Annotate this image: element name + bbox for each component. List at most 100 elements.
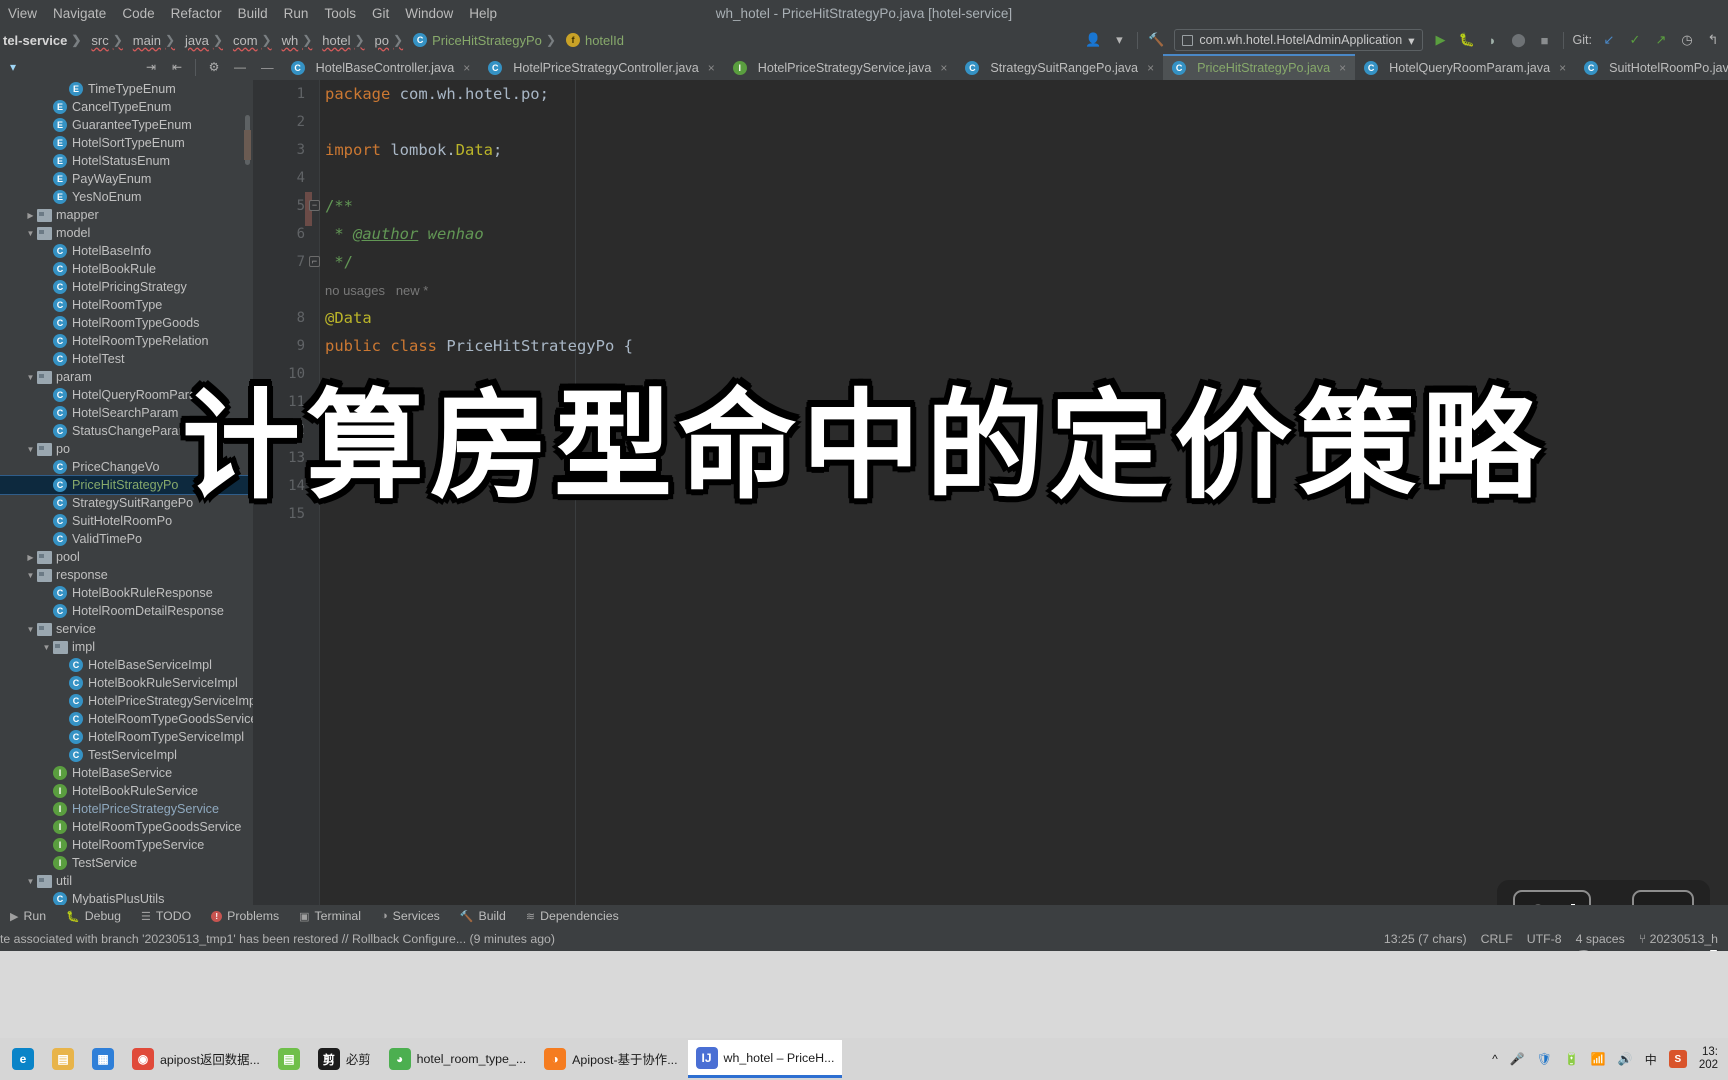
chevron-down-icon[interactable]: ▼ [24, 571, 37, 580]
breadcrumb-item-module[interactable]: tel-service ❯ [0, 33, 88, 48]
taskbar-items[interactable]: e ▤ ▦ ◉ apipost返回数据... ▤ 剪必剪 ◕ hotel_room_type_.… [0, 1038, 1728, 1080]
breadcrumb-item-wh[interactable]: wh ❯ [279, 33, 320, 48]
git-branch[interactable]: ⑂ 20230513_h [1639, 932, 1718, 946]
tree-item-model[interactable]: ▼ model [0, 224, 253, 242]
chevron-down-icon[interactable]: ▾ [1408, 33, 1414, 48]
tool-window-bar[interactable]: ▶ Run 🐛 Debug ☰ TODO ! Problems ▣ Terminal ◑ S… [0, 905, 1728, 927]
settings-gear-icon[interactable]: ⚙ [201, 56, 227, 78]
editor-tab-pricehitstrategypo[interactable]: C PriceHitStrategyPo.java × [1163, 54, 1356, 80]
chevron-down-icon[interactable]: ▾ [1106, 28, 1132, 52]
tree-item-pricechangevo[interactable]: C PriceChangeVo [0, 458, 253, 476]
battery-icon[interactable]: 🔋 [1564, 1052, 1579, 1066]
git-commit-icon[interactable]: ✓ [1622, 28, 1648, 52]
run-with-coverage-icon[interactable]: ◗ [1480, 28, 1506, 52]
breadcrumb-item-com[interactable]: com ❯ [230, 33, 279, 48]
caret-position[interactable]: 13:25 (7 chars) [1384, 932, 1467, 946]
tool-window-terminal[interactable]: ▣ Terminal [289, 909, 371, 923]
collapse-all-icon[interactable]: ⇤ [164, 56, 190, 78]
editor-tab-strategysuitrangepo[interactable]: C StrategySuitRangePo.java × [956, 54, 1163, 80]
tree-item-hotelroomtypeserviceimpl[interactable]: C HotelRoomTypeServiceImpl [0, 728, 253, 746]
taskbar-item-intellij[interactable]: IJ wh_hotel – PriceH... [687, 1040, 843, 1078]
run-icon[interactable]: ▶ [1428, 28, 1454, 52]
tree-item-hotelbookruleservice[interactable]: I HotelBookRuleService [0, 782, 253, 800]
tool-window-run[interactable]: ▶ Run [0, 909, 56, 923]
menu-bar[interactable]: View Navigate Code Refactor Build Run To… [0, 0, 1728, 26]
tree-item-validtimepo[interactable]: C ValidTimePo [0, 530, 253, 548]
code-line[interactable]: @Data [325, 304, 372, 332]
menu-item-window[interactable]: Window [397, 6, 461, 21]
code-line[interactable]: */ [325, 248, 353, 276]
tree-item-mybatisplusutils[interactable]: C MybatisPlusUtils [0, 890, 253, 905]
security-icon[interactable]: 🛡 [1537, 1052, 1552, 1066]
tool-window-debug[interactable]: 🐛 Debug [56, 909, 131, 923]
breadcrumb-item-hotel[interactable]: hotel ❯ [319, 33, 371, 48]
close-icon[interactable]: × [708, 61, 715, 75]
editor-tab-hotelqueryroomparam[interactable]: C HotelQueryRoomParam.java × [1355, 54, 1575, 80]
chevron-down-icon[interactable]: ▼ [24, 625, 37, 634]
menu-item-tools[interactable]: Tools [316, 6, 364, 21]
tree-item-pool[interactable]: ▶ pool [0, 548, 253, 566]
ime-icon[interactable]: 中 [1645, 1051, 1657, 1068]
menu-item-view[interactable]: View [0, 6, 45, 21]
git-update-icon[interactable]: ↙ [1596, 28, 1622, 52]
tree-item-hotelpricestrategyservice[interactable]: I HotelPriceStrategyService [0, 800, 253, 818]
tree-item-pricehitstrategypo[interactable]: C PriceHitStrategyPo [0, 475, 253, 495]
chevron-down-icon[interactable]: ▼ [24, 229, 37, 238]
tree-item-guaranteetypeenum[interactable]: E GuaranteeTypeEnum [0, 116, 253, 134]
status-right-cluster[interactable]: 13:25 (7 chars) CRLF UTF-8 4 spaces ⑂ 20… [1384, 927, 1728, 951]
tree-item-hotelbookruleresponse[interactable]: C HotelBookRuleResponse [0, 584, 253, 602]
tree-item-hotelbookrule[interactable]: C HotelBookRule [0, 260, 253, 278]
code-line[interactable]: * @author wenhao [325, 220, 483, 248]
menu-item-git[interactable]: Git [364, 6, 397, 21]
menu-item-run[interactable]: Run [276, 6, 317, 21]
tree-item-hotelroomtypegoods[interactable]: C HotelRoomTypeGoods [0, 314, 253, 332]
system-tray[interactable]: ^ 🎤 🛡 🔋 📶 🔊 中 S 13: 202 [1492, 1038, 1728, 1080]
volume-icon[interactable]: 🔊 [1618, 1052, 1633, 1066]
windows-taskbar[interactable]: e ▤ ▦ ◉ apipost返回数据... ▤ 剪必剪 ◕ hotel_room_type_.… [0, 951, 1728, 1080]
show-hidden-icon[interactable]: ^ [1492, 1052, 1498, 1066]
breadcrumb[interactable]: tel-service ❯ src ❯ main ❯ java ❯ com ❯ wh ❯ h… [0, 33, 627, 48]
breadcrumb-item-class[interactable]: C PriceHitStrategyPo ❯ [410, 33, 563, 48]
tree-item-hotelpricingstrategy[interactable]: C HotelPricingStrategy [0, 278, 253, 296]
tree-item-hotelsorttypeenum[interactable]: E HotelSortTypeEnum [0, 134, 253, 152]
tree-item-hotelbookruleserviceimpl[interactable]: C HotelBookRuleServiceImpl [0, 674, 253, 692]
tool-window-problems[interactable]: ! Problems [201, 909, 289, 923]
wifi-icon[interactable]: 📶 [1591, 1052, 1606, 1066]
tool-window-build[interactable]: 🔨 Build [450, 909, 516, 923]
editor-tab-hotelbasecontroller[interactable]: C HotelBaseController.java × [282, 54, 480, 80]
code-line[interactable]: /** [325, 192, 353, 220]
tree-item-hoteltest[interactable]: C HotelTest [0, 350, 253, 368]
close-icon[interactable]: × [1339, 61, 1346, 75]
chevron-down-icon[interactable]: ▼ [24, 445, 37, 454]
breadcrumb-item-field[interactable]: f hotelId [563, 33, 627, 48]
tree-item-mapper[interactable]: ▶ mapper [0, 206, 253, 224]
tree-item-strategysuitrangepo[interactable]: C StrategySuitRangePo [0, 494, 253, 512]
breadcrumb-item-main[interactable]: main ❯ [130, 33, 182, 48]
tree-item-hotelpricestrategyserviceimpl[interactable]: C HotelPriceStrategyServiceImpl [0, 692, 253, 710]
tree-item-hotelroomdetailresponse[interactable]: C HotelRoomDetailResponse [0, 602, 253, 620]
tree-item-yesnoenum[interactable]: E YesNoEnum [0, 188, 253, 206]
tree-item-paywayenum[interactable]: E PayWayEnum [0, 170, 253, 188]
build-hammer-icon[interactable]: 🔨 [1143, 28, 1169, 52]
code-line[interactable]: no usages new * [325, 276, 428, 304]
code-line[interactable]: import lombok. Data; [325, 136, 502, 164]
breadcrumb-item-po[interactable]: po ❯ [372, 33, 411, 48]
fold-end-icon[interactable]: ⌐ [309, 256, 320, 267]
tree-item-service[interactable]: ▼ service [0, 620, 253, 638]
taskbar-clock[interactable]: 13: 202 [1699, 1046, 1718, 1072]
tree-item-response[interactable]: ▼ response [0, 566, 253, 584]
tree-item-timetypeenum[interactable]: E TimeTypeEnum [0, 80, 253, 98]
tree-item-testservice[interactable]: I TestService [0, 854, 253, 872]
tree-item-suithotelroompo[interactable]: C SuitHotelRoomPo [0, 512, 253, 530]
file-encoding[interactable]: UTF-8 [1527, 932, 1562, 946]
fold-collapse-icon[interactable]: − [309, 200, 320, 211]
menu-item-refactor[interactable]: Refactor [163, 6, 230, 21]
chevron-down-icon[interactable]: ▼ [40, 643, 53, 652]
tree-item-po[interactable]: ▼ po [0, 440, 253, 458]
tree-item-hotelstatusenum[interactable]: E HotelStatusEnum [0, 152, 253, 170]
taskbar-item-chrome[interactable]: ◉ apipost返回数据... [124, 1040, 268, 1078]
close-icon[interactable]: × [463, 61, 470, 75]
tree-item-hotelroomtypeservice[interactable]: I HotelRoomTypeService [0, 836, 253, 854]
taskbar-item-bijian[interactable]: 剪必剪 [310, 1040, 379, 1078]
close-icon[interactable]: × [940, 61, 947, 75]
